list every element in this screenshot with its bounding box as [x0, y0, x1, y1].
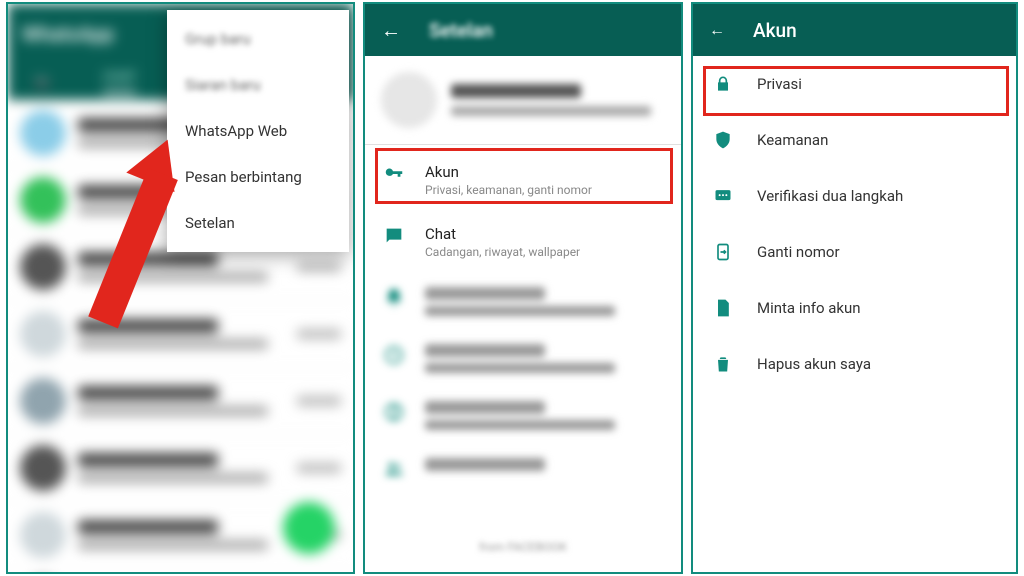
screenshot-settings: ← Setelan Akun Privasi, keamanan, ganti … [363, 2, 683, 574]
settings-item-label: Akun [425, 163, 592, 181]
settings-item-data[interactable] [365, 330, 681, 387]
account-item-security[interactable]: Keamanan [693, 112, 1016, 168]
menu-item-whatsapp-web[interactable]: WhatsApp Web [167, 108, 349, 154]
menu-item-starred[interactable]: Pesan berbintang [167, 154, 349, 200]
screenshot-chats-with-menu: WhatsApp 📷 CHAT STATUS CALLS Grup baru S… [6, 2, 355, 574]
key-icon [383, 163, 405, 185]
sms-icon [713, 186, 733, 206]
avatar [381, 72, 437, 128]
settings-item-sub: Privasi, keamanan, ganti nomor [425, 183, 592, 197]
account-item-change-number[interactable]: Ganti nomor [693, 224, 1016, 280]
account-item-two-step[interactable]: Verifikasi dua langkah [693, 168, 1016, 224]
tab-chat[interactable]: CHAT [103, 70, 136, 94]
settings-item-notifications[interactable] [365, 273, 681, 330]
account-item-label: Minta info akun [757, 299, 861, 317]
settings-item-chats[interactable]: Chat Cadangan, riwayat, wallpaper [365, 211, 681, 273]
menu-item-settings[interactable]: Setelan [167, 200, 349, 246]
account-item-request-info[interactable]: Minta info akun [693, 280, 1016, 336]
account-item-delete[interactable]: Hapus akun saya [693, 336, 1016, 392]
account-item-label: Keamanan [757, 131, 828, 149]
account-item-privacy[interactable]: Privasi [693, 56, 1016, 112]
chat-row[interactable] [8, 368, 353, 435]
settings-title: Setelan [429, 19, 493, 42]
from-facebook: from FACEBOOK [365, 540, 681, 554]
account-title: Akun [753, 19, 797, 42]
help-icon [383, 401, 405, 423]
account-item-label: Hapus akun saya [757, 355, 871, 373]
overflow-menu: Grup baru Siaran baru WhatsApp Web Pesan… [167, 10, 349, 252]
data-icon [383, 344, 405, 366]
account-item-label: Privasi [757, 75, 802, 93]
screenshot-account: ← Akun Privasi Keamanan Verifikasi dua l… [691, 2, 1018, 574]
back-icon[interactable]: ← [381, 18, 401, 43]
account-header: ← Akun [693, 4, 1016, 56]
settings-header: ← Setelan [365, 4, 681, 56]
settings-item-account[interactable]: Akun Privasi, keamanan, ganti nomor [365, 149, 681, 211]
chat-icon [383, 225, 405, 247]
people-icon [383, 458, 405, 480]
bell-icon [383, 287, 405, 309]
lock-icon [713, 74, 733, 94]
menu-item-new-broadcast[interactable]: Siaran baru [167, 62, 349, 108]
tab-camera[interactable]: 📷 [34, 75, 50, 90]
new-chat-fab[interactable] [283, 502, 335, 554]
settings-item-invite[interactable] [365, 444, 681, 494]
menu-item-new-group[interactable]: Grup baru [167, 16, 349, 62]
doc-icon [713, 298, 733, 318]
chat-row[interactable] [8, 569, 353, 574]
swap-icon [713, 242, 733, 262]
settings-item-label: Chat [425, 225, 580, 243]
chat-row[interactable] [8, 301, 353, 368]
app-title: WhatsApp [22, 22, 114, 46]
shield-icon [713, 130, 733, 150]
back-icon[interactable]: ← [709, 20, 725, 40]
profile-row[interactable] [365, 56, 681, 144]
trash-icon [713, 354, 733, 374]
account-item-label: Verifikasi dua langkah [757, 187, 903, 205]
settings-item-help[interactable] [365, 387, 681, 444]
settings-item-sub: Cadangan, riwayat, wallpaper [425, 245, 580, 259]
account-item-label: Ganti nomor [757, 243, 840, 261]
chat-row[interactable] [8, 435, 353, 502]
